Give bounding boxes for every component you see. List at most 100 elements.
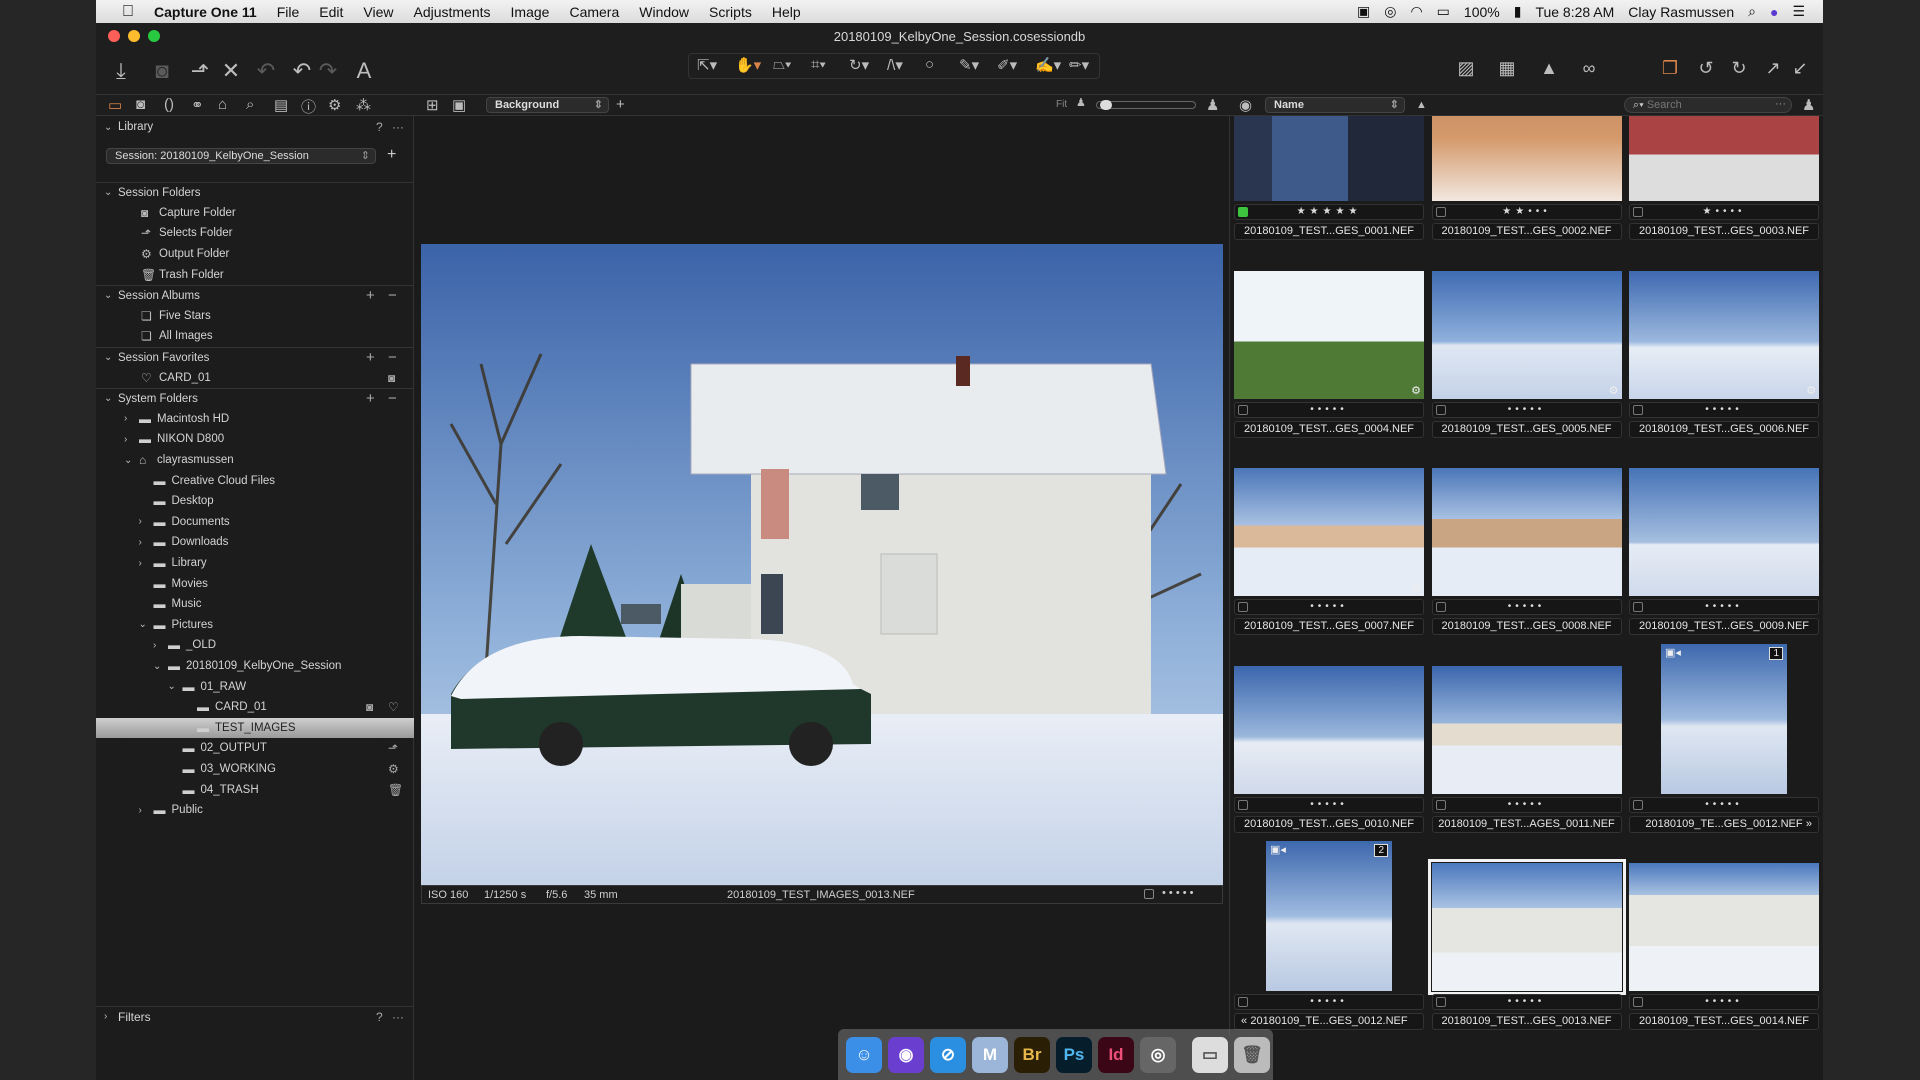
color-tag-checkbox[interactable] [1144,889,1154,899]
thumbnail-cell[interactable]: ★★★★★ 20180109_TEST...GES_0001.NEF [1234,116,1424,243]
dock-safari[interactable]: ⊘ [930,1036,966,1073]
rating-bar[interactable]: ••••• [1431,401,1622,418]
rating-bar[interactable]: ••••• [1431,599,1622,615]
redo-icon[interactable]: ↷ [313,58,343,84]
thumbnail-image[interactable] [1431,116,1622,201]
chevron-right-icon[interactable]: › [124,434,127,445]
thumbnail-cell[interactable]: ••••• 20180109_TEST...GES_0009.NEF [1629,441,1819,638]
thumbnail-image[interactable]: ⚙ [1234,270,1424,399]
person-icon[interactable]: ♟ [1802,96,1815,114]
annotation-icon[interactable]: ✍▾ [1035,56,1061,74]
add-session-icon[interactable]: + [387,146,396,164]
chevron-right-icon[interactable]: › [139,537,142,548]
color-tag-checkbox[interactable] [1633,602,1643,612]
chevron-down-icon[interactable]: ⌄ [104,393,112,404]
thumbnail-cell[interactable]: ▣◂ 2 ••••• «20180109_TE...GES_0012.NEF [1234,836,1424,1033]
chevron-down-icon[interactable]: ⌄ [104,187,112,198]
tree-item[interactable]: ▬ Creative Cloud Files [96,470,414,491]
tree-item[interactable]: ⬏ Selects Folder [96,223,414,244]
heart-icon[interactable]: ♡ [388,700,399,714]
expand-icon[interactable]: ↗ [1758,58,1788,79]
rating-stars[interactable]: ★★••• [1502,206,1550,217]
rating-bar[interactable]: ••••• [1234,796,1424,813]
library-header[interactable]: ⌄ Library ? ··· [96,117,414,138]
thumbnail-cell[interactable]: ••••• 20180109_TEST...AGES_0011.NEF [1431,639,1622,836]
rotate-icon[interactable]: ↻▾ [849,56,869,74]
tree-item[interactable]: ▬ 02_OUTPUT ⬏ [96,738,414,759]
brush-icon[interactable]: ✎▾ [959,56,979,74]
thumbnail-cell[interactable]: ★★••• 20180109_TEST...GES_0002.NEF [1431,116,1622,243]
tree-item[interactable]: ⌄ ⌂ clayrasmussen [96,450,414,471]
thumbnail-image[interactable] [1234,665,1424,794]
dock-capture-one[interactable]: ◎ [1140,1036,1176,1073]
color-tag-checkbox[interactable] [1435,799,1446,810]
spotlight-icon[interactable]: ⌕ [1748,3,1756,20]
tree-item[interactable]: ⌄ ▬ Pictures [96,615,414,636]
menu-edit[interactable]: Edit [309,4,353,20]
color-tag-checkbox[interactable] [1435,404,1446,415]
wifi-icon[interactable]: ◠ [1410,3,1422,20]
menu-adjustments[interactable]: Adjustments [403,4,500,20]
move-to-selects-icon[interactable]: ⬏ [185,58,215,84]
dock-finder[interactable]: ☺ [846,1036,882,1073]
next-variant-icon[interactable]: » [1806,817,1812,832]
adjustments-tab-icon[interactable]: ▤ [274,96,288,114]
apple-menu-icon[interactable]:  [96,3,144,21]
color-tag-checkbox[interactable] [1435,602,1446,612]
rating-bar[interactable]: ••••• [1629,796,1819,813]
menu-file[interactable]: File [267,4,310,20]
color-tab-icon[interactable]: ⚭ [191,96,204,114]
thumbnail-image[interactable] [1431,468,1622,596]
spot-removal-icon[interactable]: ○ [925,56,934,73]
menu-camera[interactable]: Camera [559,4,629,20]
thumbnail-cell[interactable]: ••••• 20180109_TEST...GES_0013.NEF [1427,836,1626,1033]
menu-window[interactable]: Window [629,4,699,20]
gear-icon[interactable]: ⚙ [388,762,399,776]
add-icon[interactable]: + [366,390,375,407]
add-icon[interactable]: + [366,349,375,366]
chevron-down-icon[interactable]: ⌄ [139,619,147,630]
section-header[interactable]: ⌄ Session Albums + − [96,285,414,306]
dock-trash[interactable]: 🗑 [1234,1036,1270,1073]
tree-item[interactable]: ⚙ Output Folder [96,244,414,265]
exposure-tab-icon[interactable]: ⌂ [218,96,227,113]
rating-stars[interactable]: ★★★★★ [1297,206,1362,217]
thumbnail-cell[interactable]: ⚙ ••••• 20180109_TEST...GES_0005.NEF [1431,244,1622,441]
tree-item[interactable]: ▬ Movies [96,573,414,594]
output-tab-icon[interactable]: ⚙ [328,96,341,114]
rating-bar[interactable]: ••••• [1431,796,1622,813]
thumbnail-cell[interactable]: ⚙ ••••• 20180109_TEST...GES_0006.NEF [1629,244,1819,441]
thumbnail-cell[interactable]: ⚙ ••••• 20180109_TEST...GES_0004.NEF [1234,244,1424,441]
pan-cursor-icon[interactable]: ✋▾ [735,56,761,74]
facetime-icon[interactable]: ▣ [1357,3,1370,20]
tree-item[interactable]: ▬ Desktop [96,491,414,512]
section-header[interactable]: ⌄ Session Folders [96,182,414,203]
creative-cloud-icon[interactable]: ◎ [1384,3,1396,20]
thumbnail-cell[interactable]: ▣◂ 1 ••••• 20180109_TE...GES_0012.NEF» [1629,639,1819,836]
rotate-right-icon[interactable]: ↻ [1724,58,1754,79]
rating-stars[interactable]: ••••• [1705,799,1743,810]
rating-bar[interactable]: ••••• [1234,401,1424,418]
camera-icon[interactable]: ◙ [366,700,373,714]
remove-icon[interactable]: − [388,390,397,407]
rating-stars[interactable]: ★•••• [1703,206,1746,217]
color-tag-checkbox[interactable] [1633,207,1643,217]
rating-stars[interactable]: ••••• [1508,404,1546,415]
chevron-right-icon[interactable]: › [139,558,142,569]
tree-item[interactable]: › ▬ Downloads [96,532,414,553]
remove-icon[interactable]: − [388,287,397,304]
proof-icon[interactable]: ∞ [1574,58,1604,79]
crop-icon[interactable]: ⌗▾ [811,56,826,73]
color-tag-checkbox[interactable] [1238,799,1248,810]
delete-icon[interactable]: ✕ [216,58,246,84]
tree-item[interactable]: ▬ 04_TRASH 🗑 [96,779,414,800]
thumbnail-image[interactable] [1629,116,1819,201]
thumbnail-image[interactable] [1427,859,1626,995]
grid-view-icon[interactable]: ⊞ [426,96,439,114]
color-tag-checkbox[interactable] [1238,207,1248,217]
rating-stars[interactable]: ••••• [1705,601,1743,612]
rating-bar[interactable]: ••••• [1629,401,1819,418]
thumbnail-cell[interactable]: ••••• 20180109_TEST...GES_0008.NEF [1431,441,1622,638]
lens-tab-icon[interactable]: () [164,96,174,113]
trash-icon[interactable]: 🗑 [388,783,403,797]
